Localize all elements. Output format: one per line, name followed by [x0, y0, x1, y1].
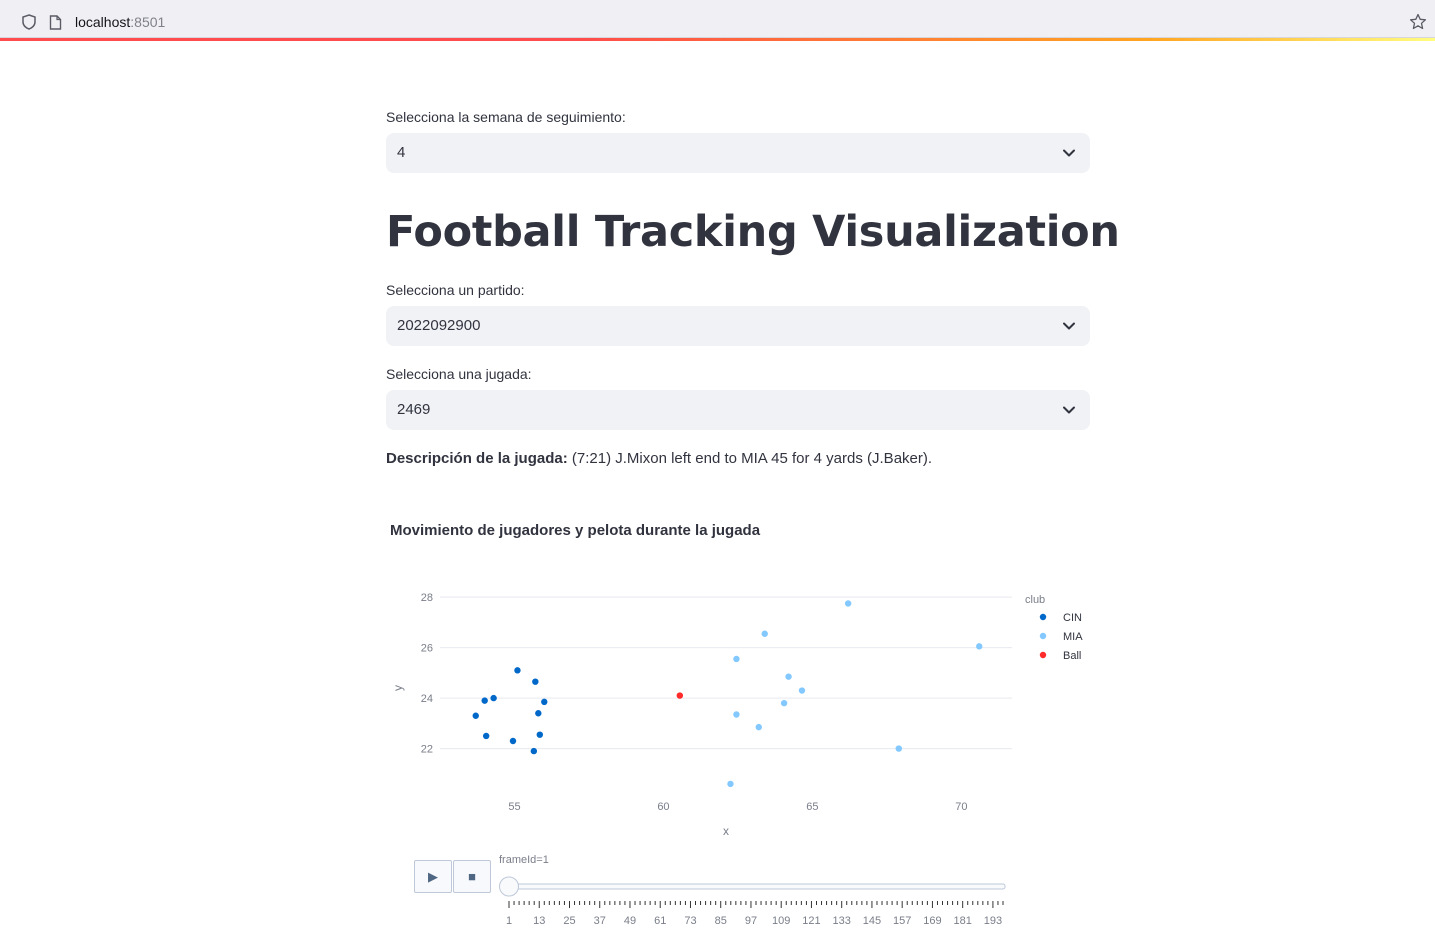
x-axis-label: x: [723, 824, 729, 838]
stop-button[interactable]: ■: [453, 860, 491, 893]
slider-tick-label: 61: [654, 915, 666, 927]
slider-rail[interactable]: [506, 883, 1006, 890]
header-decoration: [0, 38, 1435, 41]
data-point-mia[interactable]: [798, 687, 806, 694]
y-tick-label: 22: [421, 744, 433, 756]
chevron-down-icon: [1063, 406, 1075, 414]
data-point-cin[interactable]: [535, 710, 542, 717]
url-text[interactable]: localhost:8501: [75, 14, 165, 30]
slider-tick-label: 13: [533, 915, 545, 927]
data-point-mia[interactable]: [755, 723, 762, 731]
data-point-mia[interactable]: [733, 711, 740, 718]
legend-item-mia[interactable]: MIA: [1063, 631, 1083, 643]
x-tick-label: 60: [657, 801, 669, 813]
page-icon: [49, 15, 62, 30]
browser-toolbar: localhost:8501: [0, 0, 1435, 38]
series-cin: [472, 667, 548, 755]
legend-marker[interactable]: [1039, 632, 1047, 640]
chevron-down-icon: [1063, 149, 1075, 157]
legend-item-ball[interactable]: Ball: [1063, 650, 1081, 662]
y-axis-label: y: [391, 685, 405, 691]
slider-handle[interactable]: [499, 876, 519, 897]
slider-tick-label: 73: [684, 915, 696, 927]
slider-tick-label: 193: [984, 915, 1002, 927]
week-select[interactable]: 4: [386, 133, 1090, 173]
slider-tick-label: 97: [745, 915, 757, 927]
url-host: localhost: [75, 14, 131, 30]
week-select-label: Selecciona la semana de seguimiento:: [386, 109, 626, 125]
data-point-mia[interactable]: [727, 780, 734, 788]
play-description-text: (7:21) J.Mixon left end to MIA 45 for 4 …: [567, 450, 933, 467]
series-mia: [727, 600, 983, 788]
data-point-mia[interactable]: [780, 699, 788, 707]
data-point-cin[interactable]: [481, 697, 488, 704]
slider-tick-label: 37: [594, 915, 606, 927]
play-select-value: 2469: [397, 401, 431, 418]
slider-tick-label: 169: [923, 915, 941, 927]
slider-tick-label: 25: [563, 915, 575, 927]
data-point-ball[interactable]: [676, 692, 684, 699]
game-select-value: 2022092900: [397, 317, 481, 334]
data-point-mia[interactable]: [844, 600, 852, 607]
play-description: Descripción de la jugada: (7:21) J.Mixon…: [386, 450, 932, 467]
data-point-cin[interactable]: [536, 731, 544, 738]
slider-tick-label: 181: [953, 915, 971, 927]
y-tick-label: 24: [421, 693, 433, 705]
frame-slider[interactable]: 1 13 25 37 49 61 73 85 97 109 121 133 145 157 169 181 19…: [495, 874, 1015, 928]
slider-tick-label: 133: [833, 915, 851, 927]
data-point-cin[interactable]: [530, 747, 538, 755]
data-point-cin[interactable]: [509, 737, 517, 745]
data-point-mia[interactable]: [785, 673, 792, 680]
y-tick-label: 28: [421, 592, 433, 604]
slider-tick-label: 85: [715, 915, 727, 927]
chevron-down-icon: [1063, 322, 1075, 330]
url-port: :8501: [130, 14, 166, 30]
slider-tick-label: 49: [624, 915, 636, 927]
legend-title: club: [1025, 594, 1045, 606]
data-point-cin[interactable]: [490, 694, 497, 702]
x-tick-label: 70: [955, 801, 967, 813]
data-point-mia[interactable]: [733, 655, 740, 663]
play-button[interactable]: ▶: [414, 860, 452, 893]
slider-ticks: [508, 901, 1004, 908]
y-tick-label: 26: [421, 643, 433, 655]
address-bar[interactable]: localhost:8501: [4, 4, 1431, 34]
slider-tick-label: 109: [772, 915, 790, 927]
frame-label: frameId=1: [499, 854, 549, 866]
week-select-value: 4: [397, 144, 406, 161]
scatter-chart[interactable]: 22 24 26 28 55 60 65 70 x y club CIN MIA Ball: [386, 560, 1090, 845]
slider-tick-label: 145: [863, 915, 881, 927]
shield-icon[interactable]: [22, 14, 36, 30]
game-select[interactable]: 2022092900: [386, 306, 1090, 346]
data-point-mia[interactable]: [761, 630, 768, 637]
data-point-cin[interactable]: [514, 667, 521, 674]
game-select-label: Selecciona un partido:: [386, 282, 525, 298]
slider-tick-label: 157: [893, 915, 911, 927]
legend-marker[interactable]: [1039, 613, 1047, 621]
series-ball: [676, 692, 684, 699]
data-point-cin[interactable]: [482, 732, 490, 740]
play-select-label: Selecciona una jugada:: [386, 366, 532, 382]
data-point-cin[interactable]: [532, 678, 539, 685]
data-point-cin[interactable]: [541, 698, 548, 706]
data-point-mia[interactable]: [976, 643, 983, 650]
chart-title: Movimiento de jugadores y pelota durante…: [390, 522, 761, 539]
play-description-label: Descripción de la jugada:: [386, 450, 568, 467]
x-tick-label: 55: [508, 801, 520, 813]
data-point-mia[interactable]: [895, 745, 902, 752]
slider-tick-label: 121: [802, 915, 820, 927]
legend-marker[interactable]: [1039, 651, 1047, 659]
bookmark-star-icon[interactable]: [1409, 13, 1427, 31]
play-select[interactable]: 2469: [386, 390, 1090, 430]
data-point-cin[interactable]: [472, 712, 479, 719]
x-tick-label: 65: [806, 801, 818, 813]
legend-item-cin[interactable]: CIN: [1063, 612, 1082, 624]
slider-tick-label: 1: [506, 915, 512, 927]
page-title: Football Tracking Visualization: [386, 207, 1120, 257]
